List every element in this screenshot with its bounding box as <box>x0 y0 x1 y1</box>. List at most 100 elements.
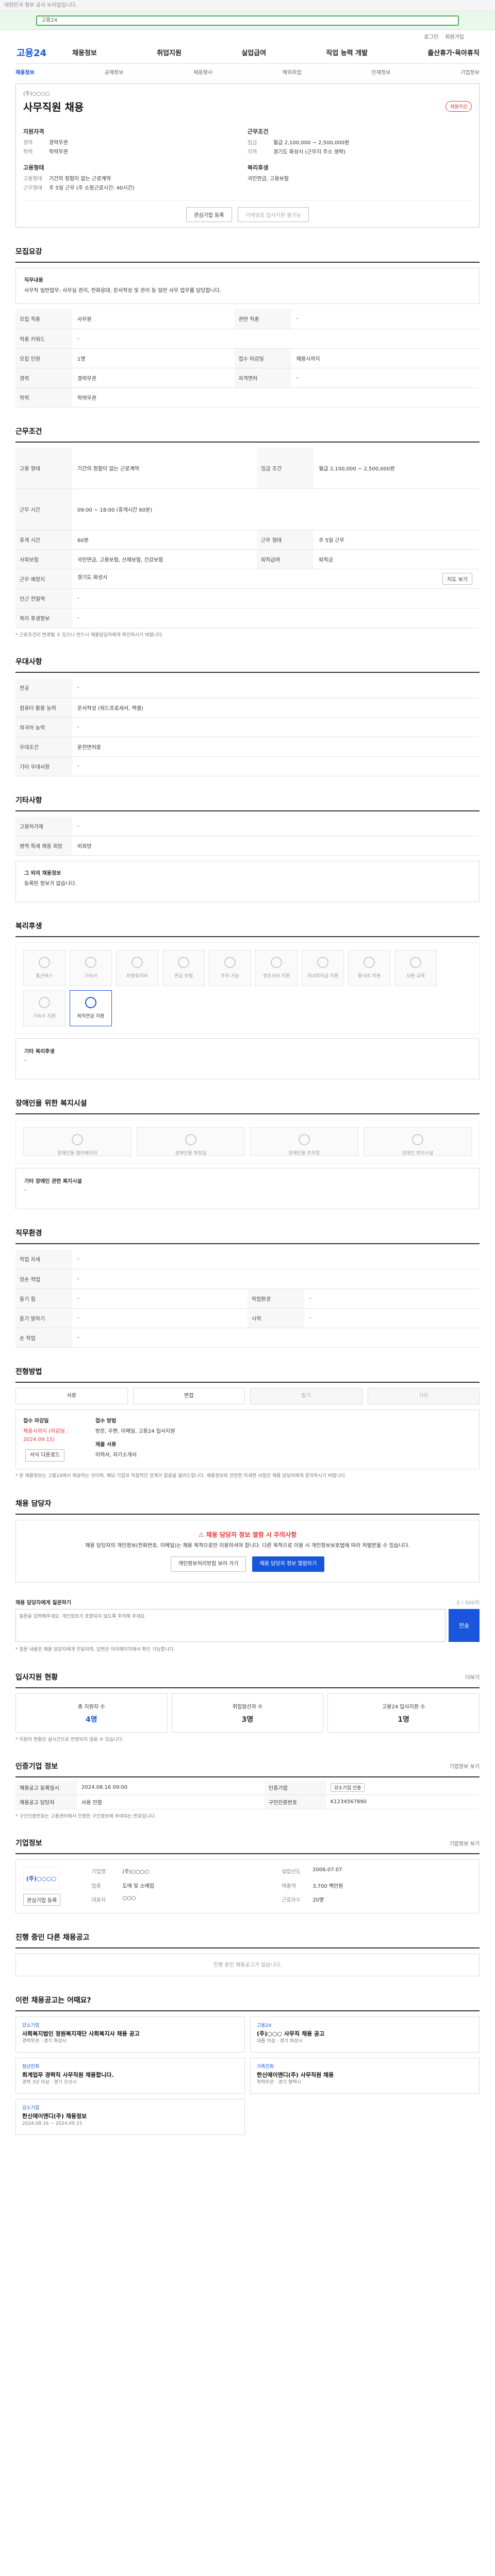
welfare-label: 사원 교육 <box>406 974 425 979</box>
gnb-item-leave[interactable]: 출산휴가·육아휴직 <box>427 47 480 57</box>
section-title: 기업정보 <box>15 1839 42 1848</box>
status-label: 고용24 입사지원 수 <box>382 1704 425 1710</box>
snb-item[interactable]: 채용정보 <box>15 68 35 76</box>
company-key: 기업명 <box>91 1869 106 1875</box>
gnb-item-benefit[interactable]: 실업급여 <box>241 47 266 57</box>
section-conditions: 근무조건 고용 형태 기간의 정함이 없는 근로계약 임금 조건 월급 2,100,0… <box>15 426 480 638</box>
site-logo[interactable]: 고용24 <box>15 46 72 59</box>
status-count: 3명 <box>241 1715 254 1724</box>
job-description-box: 직무내용 사무직 일반업무: 사무실 관리, 전화응대, 문서작성 및 관리 등… <box>15 268 480 304</box>
favorite-company-button[interactable]: 관심기업 등록 <box>186 207 232 222</box>
privacy-policy-button[interactable]: 개인정보처리방침 보러 가기 <box>170 1556 246 1572</box>
view-manager-button[interactable]: 채용 담당자 정보 열람하기 <box>252 1556 325 1572</box>
summary-key: 고용형태 <box>23 176 42 182</box>
email-apply-button[interactable]: 이메일로 입사지원 불가능 <box>238 207 309 222</box>
gnb-item-support[interactable]: 취업지원 <box>157 47 182 57</box>
section-title: 진행 중인 다른 채용공고 <box>15 1934 90 1942</box>
welfare-icon <box>39 957 50 968</box>
status-label: 취업알선자 수 <box>232 1704 263 1710</box>
recommend-card[interactable]: 가족친화 한신에이앤디(주) 사무직원 채용 학력무관 · 경기 평택시 <box>250 2058 480 2094</box>
summary-key: 임금 <box>248 140 257 146</box>
company-value: 20명 <box>312 1897 324 1904</box>
job-description-label: 직무내용 <box>24 278 43 283</box>
section-title: 기타사항 <box>15 796 42 805</box>
table-key: 듣기 말하기 <box>15 1308 72 1328</box>
recommend-card[interactable]: 강소기업 한신에이앤디(주) 채용정보 2024.08.16 ~ 2024.09.1… <box>15 2099 245 2135</box>
section-title: 모집요강 <box>15 248 42 256</box>
apply-info-box: 접수 마감일 채용시까지 (마감일 : 2024.09.15) 서식 다운로드 … <box>15 1409 480 1469</box>
search-input[interactable]: 고용24 <box>36 15 459 26</box>
welfare-label: 경조사비 지원 <box>262 974 290 979</box>
welfare-label: 중식비 지원 <box>357 974 381 979</box>
table-value: 경기도 화성시 <box>77 575 108 581</box>
global-nav: 고용24 채용정보 취업지원 실업급여 직업 능력 개발 출산휴가·육아휴직 <box>15 41 480 64</box>
disability-other-label: 기타 장애인 관련 복지시설 <box>24 1179 82 1184</box>
gnb-item-jobs[interactable]: 채용정보 <box>72 47 97 57</box>
company-key: 설립년도 <box>282 1869 301 1875</box>
table-key: 사회보험 <box>15 549 72 569</box>
disability-label: 장애인용 화장실 <box>175 1151 207 1156</box>
section-company: 기업정보 기업정보 보기 (주)○○○○ 관심기업 등록 기업명 (주)○○○○ 설립… <box>15 1838 480 1913</box>
table-key: 컴퓨터 활용 능력 <box>15 698 72 718</box>
recommend-card[interactable]: 강소기업 사회복지법인 정원복지재단 사회복지사 채용 공고 경력무관 · 경기 화… <box>15 2016 245 2053</box>
more-link[interactable]: 더보기 <box>465 1673 480 1681</box>
send-question-button[interactable]: 전송 <box>449 1608 480 1642</box>
recommend-card[interactable]: 고용24 (주)○○○ 사무직 채용 공고 대졸 이상 · 경기 화성시 <box>250 2016 480 2053</box>
table-key: 임금 조건 <box>257 447 314 489</box>
more-link[interactable]: 기업정보 보기 <box>450 1762 480 1770</box>
favorite-company-button[interactable]: 관심기업 등록 <box>23 1894 61 1906</box>
recommend-card[interactable]: 청년친화 회계업무 경력직 사무직원 채용합니다. 경력 3년 이상 · 경기 오산… <box>15 2058 245 2094</box>
step-document: 서류 <box>15 1387 128 1404</box>
table-value: - <box>72 1249 480 1269</box>
extra-info: 등록된 정보가 없습니다. <box>24 881 77 887</box>
table-key: 직종 키워드 <box>15 329 72 349</box>
snb-item[interactable]: 해외취업 <box>283 68 302 76</box>
manager-alert: ⚠ 채용 담당자 정보 열람 시 주의사항 <box>26 1531 469 1539</box>
welfare-item: 기숙사 지원 <box>23 990 65 1026</box>
question-input[interactable] <box>15 1608 446 1642</box>
table-key: 채용공고 등록일시 <box>15 1780 77 1795</box>
gnb-item-training[interactable]: 직업 능력 개발 <box>326 47 368 57</box>
snb-item[interactable]: 공채정보 <box>105 68 124 76</box>
welfare-icon <box>85 957 96 968</box>
sub-nav: 채용정보 공채정보 채용행사 해외취업 인재정보 기업정보 <box>15 64 480 80</box>
table-value: 기간의 정함이 없는 근로계약 <box>72 447 257 489</box>
table-value: 퇴직금 <box>314 549 480 569</box>
table-key: 접수 마감일 <box>234 348 291 368</box>
preferences-table: 전공 - 컴퓨터 활용 능력 문서작성 (워드프로세서, 엑셀) 외국어 능력 - 우… <box>15 678 480 776</box>
welfare-item: 경조사비 지원 <box>255 950 298 986</box>
recommend-meta: 경력 3년 이상 · 경기 오산시 <box>22 2080 77 2085</box>
step-other: 기타 <box>367 1387 480 1404</box>
table-value: 2024.08.16 09:00 <box>77 1780 265 1795</box>
more-link[interactable]: 기업정보 보기 <box>450 1839 480 1847</box>
summary-heading: 근무조건 <box>248 128 269 135</box>
table-key: 근무 시간 <box>15 488 72 530</box>
snb-item[interactable]: 인재정보 <box>372 68 391 76</box>
recommend-meta: 대졸 이상 · 경기 화성시 <box>257 2039 303 2044</box>
extra-info-label: 그 외의 채용정보 <box>24 871 61 876</box>
question-notes: * 질문 내용은 채용 담당자에게 전달되며, 답변은 마이페이지에서 확인 가… <box>15 1647 175 1652</box>
table-key: 휴게 시간 <box>15 530 72 550</box>
form-download-button[interactable]: 서식 다운로드 <box>25 1449 65 1462</box>
extra-info-box: 그 외의 채용정보 등록된 정보가 없습니다. <box>15 861 480 902</box>
status-note: * 지원자 현황은 실시간으로 반영되지 않을 수 있습니다. <box>15 1737 124 1742</box>
table-value: - <box>72 756 480 776</box>
login-link[interactable]: 로그인 <box>424 35 438 40</box>
map-button[interactable]: 지도 보기 <box>442 573 472 585</box>
table-key: 작업 자세 <box>15 1249 72 1269</box>
status-label: 총 지원자 수 <box>78 1704 105 1710</box>
table-key: 손 작업 <box>15 1328 72 1348</box>
screening-notes: * 본 채용정보는 고용24에서 제공하는 것이며, 해당 기업과 직접적인 관… <box>15 1473 346 1479</box>
summary-value: 경력무관 <box>49 140 68 146</box>
welfare-icon <box>131 957 143 968</box>
question-section: 채용 담당자에게 질문하기 0 / 500자 전송 * 질문 내용은 채용 담당자… <box>15 1598 480 1653</box>
welfare-label: 연금 보험 <box>174 974 193 979</box>
signup-link[interactable]: 회원가입 <box>445 35 464 40</box>
table-value: - <box>72 588 480 608</box>
snb-item[interactable]: 채용행사 <box>193 68 212 76</box>
table-key: 양손 작업 <box>15 1269 72 1289</box>
snb-item[interactable]: 기업정보 <box>460 68 480 76</box>
table-value: - <box>291 368 480 388</box>
status-badge: 채용마감 <box>445 101 472 112</box>
apply-method: 방문, 우편, 이메일, 고용24 입사지원 <box>95 1428 175 1434</box>
